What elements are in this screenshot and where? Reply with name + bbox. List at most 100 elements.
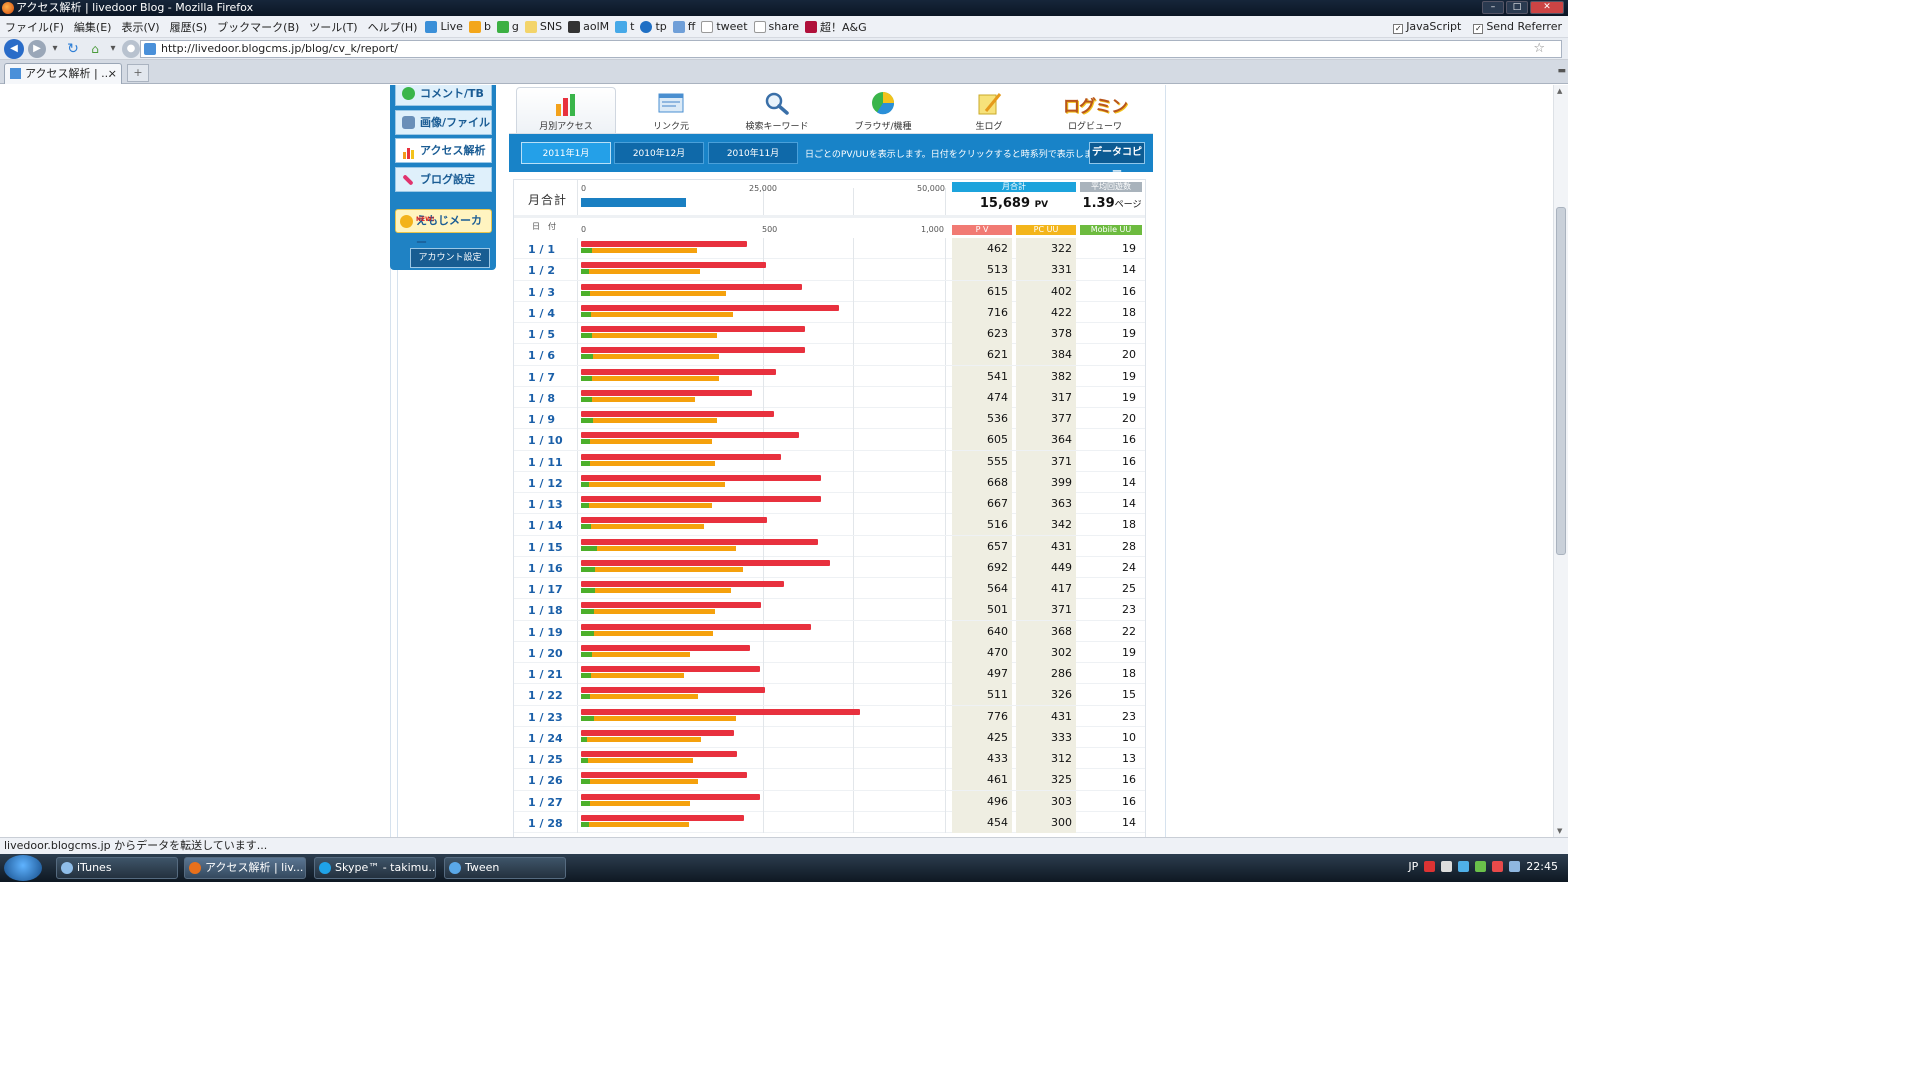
date-link[interactable]: 1 / 2 bbox=[528, 264, 555, 277]
start-button[interactable] bbox=[4, 855, 42, 881]
date-link[interactable]: 1 / 3 bbox=[528, 286, 555, 299]
network-icon[interactable] bbox=[1475, 861, 1487, 872]
date-link[interactable]: 1 / 24 bbox=[528, 732, 563, 745]
tab-raw-log[interactable]: 生ログ bbox=[939, 87, 1039, 133]
window-title: アクセス解析 | livedoor Blog - Mozilla Firefox bbox=[16, 1, 254, 14]
menu-tools[interactable]: ツール(T) bbox=[304, 19, 362, 35]
date-link[interactable]: 1 / 25 bbox=[528, 753, 563, 766]
bookmark-live[interactable]: Live bbox=[422, 20, 465, 33]
menu-file[interactable]: ファイル(F) bbox=[0, 19, 69, 35]
taskbar-firefox[interactable]: アクセス解析 | liv... bbox=[184, 857, 306, 879]
tab-search-keywords[interactable]: 検索キーワード bbox=[727, 87, 827, 133]
dropdown-icon[interactable]: ▾ bbox=[108, 40, 118, 58]
date-link[interactable]: 1 / 27 bbox=[528, 796, 563, 809]
bookmark-sns[interactable]: SNS bbox=[522, 20, 565, 33]
sidebar-item-comments[interactable]: コメント/TB bbox=[395, 85, 492, 106]
reload-icon[interactable]: ↻ bbox=[64, 40, 82, 58]
date-link[interactable]: 1 / 22 bbox=[528, 689, 563, 702]
date-link[interactable]: 1 / 18 bbox=[528, 604, 563, 617]
skype-tray-icon[interactable] bbox=[1458, 861, 1470, 872]
bookmark-ag[interactable]: 超！A&G bbox=[802, 19, 870, 35]
menu-bookmarks[interactable]: ブックマーク(B) bbox=[212, 19, 304, 35]
minimize-button[interactable]: – bbox=[1482, 1, 1504, 14]
scrollbar-thumb[interactable] bbox=[1556, 207, 1566, 555]
bookmark-tp[interactable]: tp bbox=[637, 20, 669, 33]
date-link[interactable]: 1 / 5 bbox=[528, 328, 555, 341]
tab-browser-device[interactable]: ブラウザ/機種 bbox=[833, 87, 933, 133]
emoji-maker-button[interactable]: NEW! えもじメーカー bbox=[395, 209, 492, 249]
date-link[interactable]: 1 / 15 bbox=[528, 541, 563, 554]
new-tab-button[interactable]: + bbox=[127, 64, 149, 82]
date-link[interactable]: 1 / 6 bbox=[528, 349, 555, 362]
date-link[interactable]: 1 / 12 bbox=[528, 477, 563, 490]
bookmark-share[interactable]: share bbox=[751, 20, 803, 33]
forward-button[interactable]: ▶ bbox=[28, 39, 46, 58]
bookmark-tweet[interactable]: tweet bbox=[698, 20, 750, 33]
language-indicator[interactable]: JP bbox=[1408, 860, 1418, 873]
date-link[interactable]: 1 / 23 bbox=[528, 711, 563, 724]
bookmark-ff[interactable]: ff bbox=[670, 20, 699, 33]
ime-icon[interactable] bbox=[1441, 861, 1453, 872]
date-link[interactable]: 1 / 9 bbox=[528, 413, 555, 426]
account-settings-button[interactable]: アカウント設定 bbox=[410, 248, 490, 268]
taskbar-tween[interactable]: Tween bbox=[444, 857, 566, 879]
back-button[interactable]: ◀ bbox=[4, 38, 24, 59]
volume-icon[interactable] bbox=[1509, 861, 1521, 872]
date-link[interactable]: 1 / 13 bbox=[528, 498, 563, 511]
menu-edit[interactable]: 編集(E) bbox=[69, 19, 117, 35]
date-link[interactable]: 1 / 8 bbox=[528, 392, 555, 405]
sidebar-item-access-analysis[interactable]: アクセス解析 bbox=[395, 138, 492, 163]
globe-icon[interactable]: ● bbox=[122, 39, 140, 58]
date-link[interactable]: 1 / 21 bbox=[528, 668, 563, 681]
tab-list-icon[interactable]: ▬ bbox=[1557, 66, 1566, 76]
month-button-2011-01[interactable]: 2011年1月 bbox=[521, 142, 611, 164]
date-link[interactable]: 1 / 14 bbox=[528, 519, 563, 532]
scroll-down-icon[interactable]: ▼ bbox=[1557, 827, 1562, 835]
tab-log-viewer[interactable]: ログミン ログビューワ bbox=[1045, 87, 1145, 133]
month-button-2010-11[interactable]: 2010年11月 bbox=[708, 142, 798, 164]
sidebar-item-images[interactable]: 画像/ファイル bbox=[395, 110, 492, 135]
date-link[interactable]: 1 / 16 bbox=[528, 562, 563, 575]
menu-view[interactable]: 表示(V) bbox=[116, 19, 164, 35]
bookmark-g[interactable]: g bbox=[494, 20, 522, 33]
alert-icon[interactable] bbox=[1492, 861, 1504, 872]
send-referrer-toggle[interactable]: ✓ Send Referrer bbox=[1473, 20, 1562, 34]
bookmark-star-icon[interactable]: ☆ bbox=[1533, 41, 1545, 57]
taskbar-itunes[interactable]: iTunes bbox=[56, 857, 178, 879]
date-link[interactable]: 1 / 17 bbox=[528, 583, 563, 596]
bookmark-aolm[interactable]: aolM bbox=[565, 20, 612, 33]
date-link[interactable]: 1 / 28 bbox=[528, 817, 563, 830]
menu-history[interactable]: 履歴(S) bbox=[165, 19, 213, 35]
date-link[interactable]: 1 / 11 bbox=[528, 456, 563, 469]
data-copy-button[interactable]: データコピー bbox=[1089, 142, 1145, 178]
date-link[interactable]: 1 / 4 bbox=[528, 307, 555, 320]
pv-column-header: P V bbox=[952, 225, 1012, 235]
close-button[interactable]: ✕ bbox=[1530, 1, 1564, 14]
date-link[interactable]: 1 / 1 bbox=[528, 243, 555, 256]
javascript-toggle[interactable]: ✓ JavaScript bbox=[1393, 20, 1461, 34]
bookmark-b[interactable]: b bbox=[466, 20, 494, 33]
bookmark-t[interactable]: t bbox=[612, 20, 637, 33]
date-link[interactable]: 1 / 19 bbox=[528, 626, 563, 639]
month-button-2010-12[interactable]: 2010年12月 bbox=[614, 142, 704, 164]
vertical-scrollbar[interactable]: ▲ ▼ bbox=[1553, 85, 1568, 837]
tab-access-analysis[interactable]: アクセス解析 | ... × bbox=[4, 63, 122, 84]
taskbar-skype[interactable]: Skype™ - takimu... bbox=[314, 857, 436, 879]
tab-referrers[interactable]: リンク元 bbox=[621, 87, 721, 133]
clock[interactable]: 22:45 bbox=[1526, 860, 1558, 873]
scroll-up-icon[interactable]: ▲ bbox=[1557, 87, 1562, 95]
date-link[interactable]: 1 / 20 bbox=[528, 647, 563, 660]
menu-help[interactable]: ヘルプ(H) bbox=[363, 19, 423, 35]
date-link[interactable]: 1 / 26 bbox=[528, 774, 563, 787]
maximize-button[interactable]: □ bbox=[1506, 1, 1528, 14]
tab-close-icon[interactable]: × bbox=[108, 64, 117, 83]
url-bar[interactable]: http://livedoor.blogcms.jp/blog/cv_k/rep… bbox=[140, 40, 1562, 58]
sidebar-item-blog-settings[interactable]: ブログ設定 bbox=[395, 167, 492, 192]
pc-uu-value: 300 bbox=[1016, 811, 1076, 833]
date-link[interactable]: 1 / 7 bbox=[528, 371, 555, 384]
tab-monthly-access[interactable]: 月別アクセス bbox=[516, 87, 616, 133]
tray-app-icon[interactable] bbox=[1424, 861, 1436, 872]
home-icon[interactable]: ⌂ bbox=[86, 40, 104, 58]
history-dropdown-icon[interactable]: ▾ bbox=[50, 40, 60, 58]
date-link[interactable]: 1 / 10 bbox=[528, 434, 563, 447]
